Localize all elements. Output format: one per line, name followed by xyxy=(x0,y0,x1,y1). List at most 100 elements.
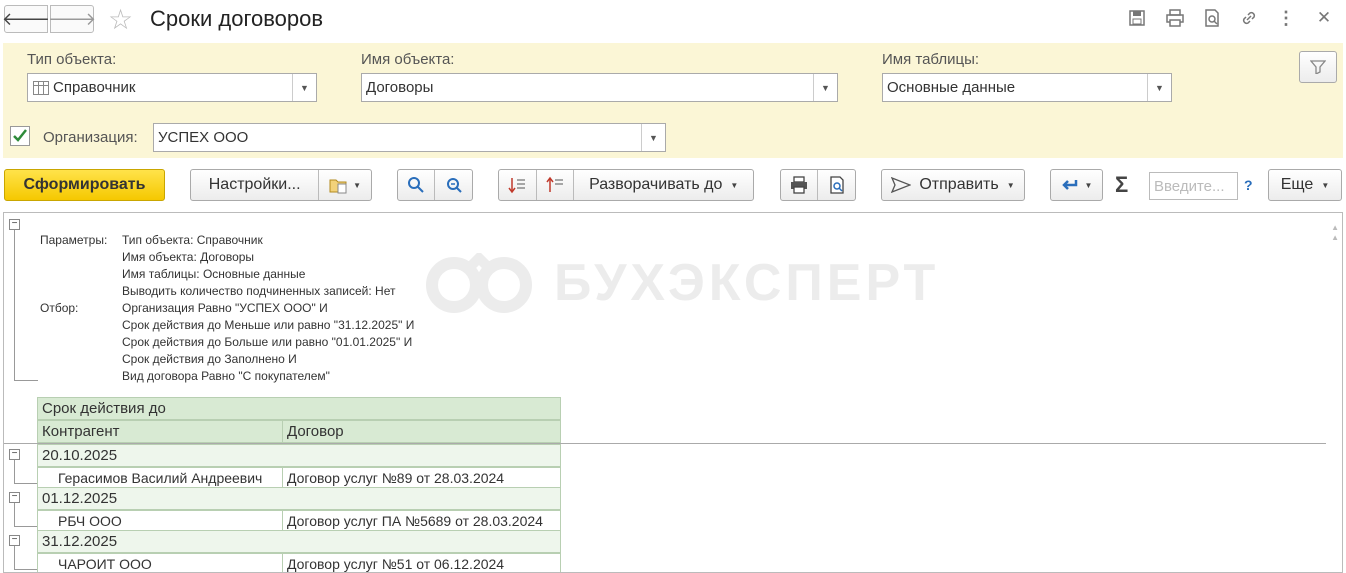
filter-settings-button[interactable] xyxy=(1299,51,1337,83)
catalog-icon xyxy=(33,80,49,95)
collapse-group-icon[interactable]: − xyxy=(9,535,20,546)
search-button-group xyxy=(397,169,473,201)
group-row[interactable]: 01.12.2025 xyxy=(37,487,561,510)
contractor-cell[interactable]: Герасимов Василий Андреевич xyxy=(37,467,283,488)
undo-button[interactable]: ▼ xyxy=(1050,169,1103,201)
organization-label: Организация: xyxy=(43,129,138,146)
printer-icon xyxy=(791,176,807,194)
tree-line xyxy=(14,569,38,570)
contractor-cell[interactable]: РБЧ ООО xyxy=(37,510,283,531)
print-preview-icon xyxy=(829,176,844,194)
params-list: Тип объекта: Справочник Имя объекта: Дог… xyxy=(122,232,395,300)
collapse-params-icon[interactable]: − xyxy=(9,219,20,230)
param-line: Выводить количество подчиненных записей:… xyxy=(122,284,396,298)
arrow-left-icon: 🡐 xyxy=(1,8,51,29)
send-icon xyxy=(891,177,912,193)
settings-button-group: Настройки... ▼ xyxy=(190,169,372,201)
back-button[interactable]: 🡐 xyxy=(1,5,51,33)
send-button[interactable]: Отправить ▼ xyxy=(881,169,1025,201)
search-next-icon xyxy=(446,178,462,193)
more-button[interactable]: Еще ▼ xyxy=(1268,169,1342,201)
chevron-down-icon[interactable]: ▼ xyxy=(641,124,665,151)
chevron-down-icon[interactable]: ▼ xyxy=(813,74,837,101)
variants-button[interactable]: ▼ xyxy=(319,170,371,200)
print-button[interactable] xyxy=(781,170,819,200)
object-name-value: Договоры xyxy=(366,79,434,96)
help-button[interactable]: ? xyxy=(1244,177,1253,193)
filter-label: Отбор: xyxy=(40,301,79,315)
contract-cell[interactable]: Договор услуг №51 от 06.12.2024 xyxy=(282,553,561,572)
collapse-all-button[interactable] xyxy=(537,170,575,200)
settings-button[interactable]: Настройки... xyxy=(191,170,320,200)
header-contractor-cell: Контрагент xyxy=(37,420,283,443)
param-line: Имя таблицы: Основные данные xyxy=(122,267,306,281)
tree-line xyxy=(14,380,38,381)
table-name-field[interactable]: Основные данные ▼ xyxy=(882,73,1172,102)
scroll-up-icon[interactable]: ▲ ▲ xyxy=(1331,223,1339,243)
object-type-label: Тип объекта: xyxy=(27,51,117,68)
search-button[interactable] xyxy=(398,170,436,200)
link-icon[interactable] xyxy=(1238,7,1260,29)
contractor-cell[interactable]: ЧАРОИТ ООО xyxy=(37,553,283,572)
expand-to-button[interactable]: Разворачивать до ▼ xyxy=(574,170,753,200)
generate-button[interactable]: Сформировать xyxy=(4,169,165,201)
params-label: Параметры: xyxy=(40,233,108,247)
folder-icon xyxy=(329,179,347,194)
object-type-value: Справочник xyxy=(53,79,136,96)
filter-list: Организация Равно "УСПЕХ ООО" И Срок дей… xyxy=(122,300,414,385)
object-name-field[interactable]: Договоры ▼ xyxy=(361,73,838,102)
expand-icon xyxy=(508,178,526,194)
object-type-field[interactable]: Справочник ▼ xyxy=(27,73,317,102)
print-button-group xyxy=(780,169,856,201)
organization-value: УСПЕХ ООО xyxy=(158,129,249,146)
param-line: Тип объекта: Справочник xyxy=(122,233,263,247)
collapse-icon xyxy=(546,176,564,192)
arrow-right-icon: 🡒 xyxy=(47,8,97,29)
owl-logo-icon xyxy=(426,253,532,313)
tree-line xyxy=(14,546,15,569)
object-name-label: Имя объекта: xyxy=(361,51,455,68)
print-icon[interactable] xyxy=(1164,7,1186,29)
expand-button-group: Разворачивать до ▼ xyxy=(498,169,754,201)
contract-cell[interactable]: Договор услуг №89 от 28.03.2024 xyxy=(282,467,561,488)
send-label: Отправить xyxy=(919,176,999,193)
tree-line xyxy=(14,230,15,380)
search-next-button[interactable] xyxy=(435,170,472,200)
table-name-value: Основные данные xyxy=(887,79,1016,96)
filter-line: Срок действия до Меньше или равно "31.12… xyxy=(122,318,415,332)
group-row[interactable]: 20.10.2025 xyxy=(37,444,561,467)
organization-field[interactable]: УСПЕХ ООО ▼ xyxy=(153,123,666,152)
print-preview-button[interactable] xyxy=(818,170,855,200)
header-contract-cell: Договор xyxy=(282,420,561,443)
undo-icon xyxy=(1061,180,1077,190)
contract-cell[interactable]: Договор услуг ПА №5689 от 28.03.2024 xyxy=(282,510,561,531)
filter-line: Срок действия до Больше или равно "01.01… xyxy=(122,335,413,349)
expand-all-button[interactable] xyxy=(499,170,537,200)
more-icon[interactable]: ⋮ xyxy=(1275,7,1297,29)
search-icon xyxy=(408,177,424,193)
save-icon[interactable] xyxy=(1126,7,1148,29)
collapse-group-icon[interactable]: − xyxy=(9,449,20,460)
chevron-down-icon[interactable]: ▼ xyxy=(292,74,316,101)
chevron-down-icon[interactable]: ▼ xyxy=(1147,74,1171,101)
preview-icon[interactable] xyxy=(1201,7,1223,29)
sum-input[interactable]: Введите... xyxy=(1149,172,1238,200)
collapse-group-icon[interactable]: − xyxy=(9,492,20,503)
close-icon[interactable]: ✕ xyxy=(1313,7,1335,29)
more-label: Еще xyxy=(1280,176,1314,193)
expand-to-label: Разворачивать до xyxy=(589,176,723,193)
organization-checkbox[interactable] xyxy=(10,126,30,146)
param-line: Имя объекта: Договоры xyxy=(122,250,255,264)
sum-icon[interactable]: Σ xyxy=(1115,172,1128,198)
report-area[interactable]: БУХЭКСПЕРТ − Параметры: Тип объекта: Спр… xyxy=(3,212,1343,573)
tree-line xyxy=(14,460,15,483)
filter-line: Вид договора Равно "С покупателем" xyxy=(122,369,330,383)
tree-line xyxy=(14,503,15,526)
watermark-text: БУХЭКСПЕРТ xyxy=(554,254,940,312)
filter-line: Организация Равно "УСПЕХ ООО" И xyxy=(122,301,328,315)
group-row[interactable]: 31.12.2025 xyxy=(37,530,561,553)
filter-line: Срок действия до Заполнено И xyxy=(122,352,297,366)
star-icon[interactable]: ☆ xyxy=(108,3,133,36)
tree-line xyxy=(14,526,38,527)
forward-button[interactable]: 🡒 xyxy=(47,5,97,33)
